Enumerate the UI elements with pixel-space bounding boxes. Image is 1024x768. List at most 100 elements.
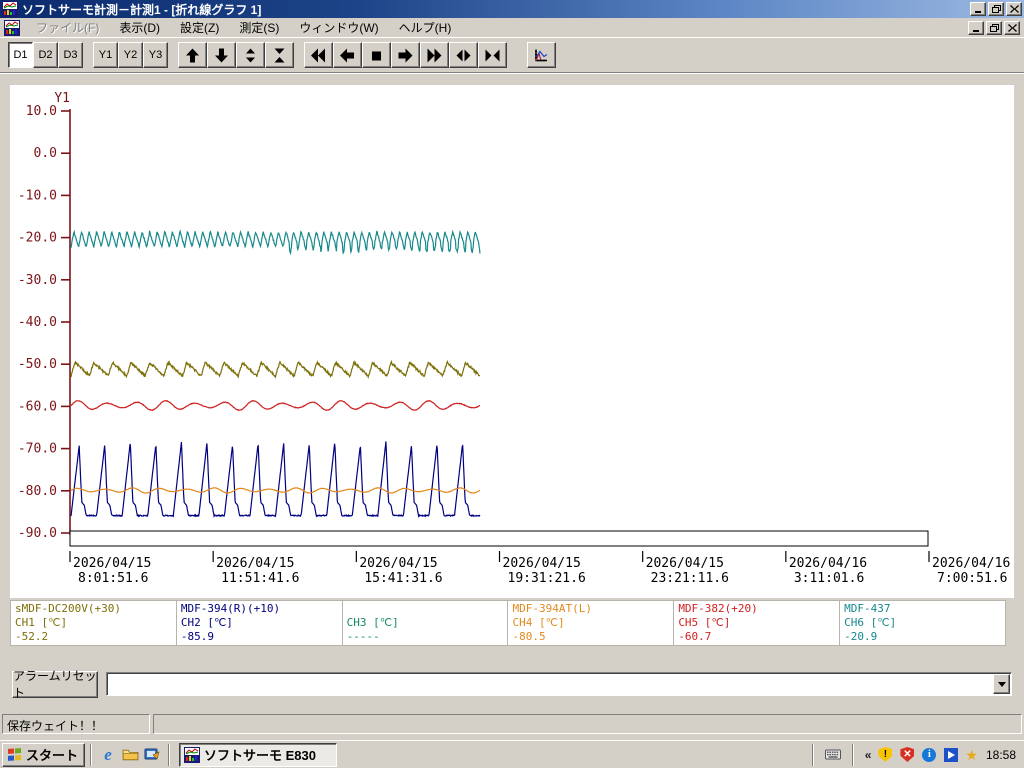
app-icon bbox=[2, 1, 18, 17]
toolbar-button-y2[interactable]: Y2 bbox=[118, 42, 143, 68]
channel-value: -60.7 bbox=[678, 630, 835, 644]
toolbar-button-expand-vertical[interactable] bbox=[236, 42, 265, 68]
left-arrow-icon bbox=[339, 47, 356, 64]
svg-text:Y1: Y1 bbox=[54, 91, 70, 106]
series-ch5 bbox=[71, 401, 480, 411]
app-icon bbox=[184, 747, 200, 763]
stop-icon bbox=[368, 47, 385, 64]
desktop: ソフトサーモ計測－計測1 - [折れ線グラフ 1] ファイル(F)表示(D)設定… bbox=[0, 0, 1024, 768]
svg-text:-70.0: -70.0 bbox=[18, 442, 57, 457]
task-button-softthermo[interactable]: ソフトサーモ E830 bbox=[179, 743, 337, 767]
child-window-controls bbox=[968, 21, 1020, 35]
menu-bar: ファイル(F)表示(D)設定(Z)測定(S)ウィンドウ(W)ヘルプ(H) bbox=[0, 18, 1024, 38]
channel-unit: CH3 [℃] bbox=[347, 616, 504, 630]
svg-text:-60.0: -60.0 bbox=[18, 399, 57, 414]
child-restore-button[interactable] bbox=[986, 21, 1002, 35]
status-bar: 保存ウェイト！！ bbox=[2, 714, 1022, 736]
svg-text:-40.0: -40.0 bbox=[18, 315, 57, 330]
restore-button[interactable] bbox=[988, 2, 1004, 16]
menu-item-3[interactable]: 設定(Z) bbox=[170, 17, 229, 38]
svg-text:-10.0: -10.0 bbox=[18, 188, 57, 203]
toolbar-button-y3[interactable]: Y3 bbox=[143, 42, 168, 68]
line-chart: 10.00.0-10.0-20.0-30.0-40.0-50.0-60.0-70… bbox=[10, 85, 1014, 598]
channel-unit: CH4 [℃] bbox=[512, 616, 669, 630]
channel-unit: CH6 [℃] bbox=[844, 616, 1001, 630]
info-balloon-icon[interactable]: i bbox=[921, 747, 937, 763]
channel-value: -20.9 bbox=[844, 630, 1001, 644]
svg-text:7:00:51.6: 7:00:51.6 bbox=[937, 571, 1007, 586]
status-message: 保存ウェイト！！ bbox=[2, 714, 150, 734]
svg-text:10.0: 10.0 bbox=[26, 104, 57, 119]
channel-cell-ch4: MDF-394AT(L)CH4 [℃]-80.5 bbox=[508, 601, 674, 645]
alarm-combobox-value[interactable] bbox=[106, 672, 1012, 696]
toolbar-button-up-arrow[interactable] bbox=[178, 42, 207, 68]
toolbar-button-compress-horizontal[interactable] bbox=[478, 42, 507, 68]
fast-forward-icon bbox=[426, 47, 443, 64]
svg-text:19:31:21.6: 19:31:21.6 bbox=[508, 571, 586, 586]
svg-text:0.0: 0.0 bbox=[34, 146, 57, 161]
tray-divider bbox=[852, 744, 854, 766]
security-alert-icon[interactable]: ✕ bbox=[899, 747, 915, 763]
toolbar-button-fast-forward[interactable] bbox=[420, 42, 449, 68]
channel-name: MDF-394AT(L) bbox=[512, 602, 669, 616]
menu-item-4[interactable]: 測定(S) bbox=[229, 17, 289, 38]
svg-text:-80.0: -80.0 bbox=[18, 484, 57, 499]
svg-text:2026/04/15: 2026/04/15 bbox=[73, 556, 151, 571]
menu-item-2[interactable]: 表示(D) bbox=[109, 17, 170, 38]
combobox-dropdown-button[interactable] bbox=[993, 674, 1010, 694]
star-icon[interactable]: ★ bbox=[965, 748, 978, 762]
app-icon bbox=[4, 20, 20, 36]
title-bar: ソフトサーモ計測－計測1 - [折れ線グラフ 1] bbox=[0, 0, 1024, 18]
window-title: ソフトサーモ計測－計測1 - [折れ線グラフ 1] bbox=[22, 1, 970, 18]
toolbar-button-d2[interactable]: D2 bbox=[33, 42, 58, 68]
channel-name: MDF-394(R)(+10) bbox=[181, 602, 338, 616]
security-warning-icon[interactable]: ! bbox=[877, 747, 893, 763]
toolbar-button-d3[interactable]: D3 bbox=[58, 42, 83, 68]
alarm-reset-button[interactable]: アラームリセット bbox=[12, 671, 98, 698]
alarm-row: アラームリセット bbox=[12, 670, 1012, 698]
svg-text:15:41:31.6: 15:41:31.6 bbox=[364, 571, 442, 586]
channel-value: -52.2 bbox=[15, 630, 172, 644]
toolbar-button-y1[interactable]: Y1 bbox=[93, 42, 118, 68]
toolbar-button-compress-vertical[interactable] bbox=[265, 42, 294, 68]
svg-text:-50.0: -50.0 bbox=[18, 357, 57, 372]
channel-name: sMDF-DC200V(+30) bbox=[15, 602, 172, 616]
svg-text:-30.0: -30.0 bbox=[18, 273, 57, 288]
app-icon bbox=[2, 1, 18, 17]
toolbar-button-stop[interactable] bbox=[362, 42, 391, 68]
child-close-button[interactable] bbox=[1004, 21, 1020, 35]
folder-icon[interactable] bbox=[119, 744, 141, 766]
svg-text:3:11:01.6: 3:11:01.6 bbox=[794, 571, 864, 586]
toolbar-button-expand-horizontal[interactable] bbox=[449, 42, 478, 68]
start-button[interactable]: スタート bbox=[2, 743, 85, 767]
menu-item-6[interactable]: ヘルプ(H) bbox=[389, 17, 462, 38]
alarm-combobox[interactable] bbox=[106, 672, 1012, 696]
media-player-icon[interactable] bbox=[943, 747, 959, 763]
menu-item-5[interactable]: ウィンドウ(W) bbox=[289, 17, 388, 38]
channel-unit: CH1 [℃] bbox=[15, 616, 172, 630]
expand-horizontal-icon bbox=[455, 47, 472, 64]
channel-cell-ch3: CH3 [℃]----- bbox=[343, 601, 509, 645]
toolbar-button-left-arrow[interactable] bbox=[333, 42, 362, 68]
chevron-down-icon bbox=[998, 682, 1006, 687]
line-graph-panel[interactable]: 10.00.0-10.0-20.0-30.0-40.0-50.0-60.0-70… bbox=[10, 85, 1014, 598]
series-ch2 bbox=[71, 441, 480, 516]
document-icon[interactable] bbox=[4, 20, 20, 36]
minimize-button[interactable] bbox=[970, 2, 986, 16]
channel-cell-ch6: MDF-437CH6 [℃]-20.9 bbox=[840, 601, 1005, 645]
internet-explorer-icon[interactable]: e bbox=[97, 744, 119, 766]
collapse-chevron-icon[interactable]: « bbox=[865, 748, 872, 762]
toolbar-button-chart-settings[interactable] bbox=[527, 42, 556, 68]
show-desktop-icon[interactable] bbox=[141, 744, 163, 766]
keyboard-icon[interactable] bbox=[825, 747, 841, 763]
taskbar: スタート e ソフトサーモ E830 « bbox=[0, 740, 1024, 768]
child-minimize-button[interactable] bbox=[968, 21, 984, 35]
toolbar-button-d1[interactable]: D1 bbox=[8, 42, 33, 68]
toolbar-button-right-arrow[interactable] bbox=[391, 42, 420, 68]
svg-text:2026/04/15: 2026/04/15 bbox=[359, 556, 437, 571]
toolbar-button-fast-rewind[interactable] bbox=[304, 42, 333, 68]
close-button[interactable] bbox=[1006, 2, 1022, 16]
toolbar-button-down-arrow[interactable] bbox=[207, 42, 236, 68]
channel-cell-ch2: MDF-394(R)(+10)CH2 [℃]-85.9 bbox=[177, 601, 343, 645]
expand-vertical-icon bbox=[242, 47, 259, 64]
